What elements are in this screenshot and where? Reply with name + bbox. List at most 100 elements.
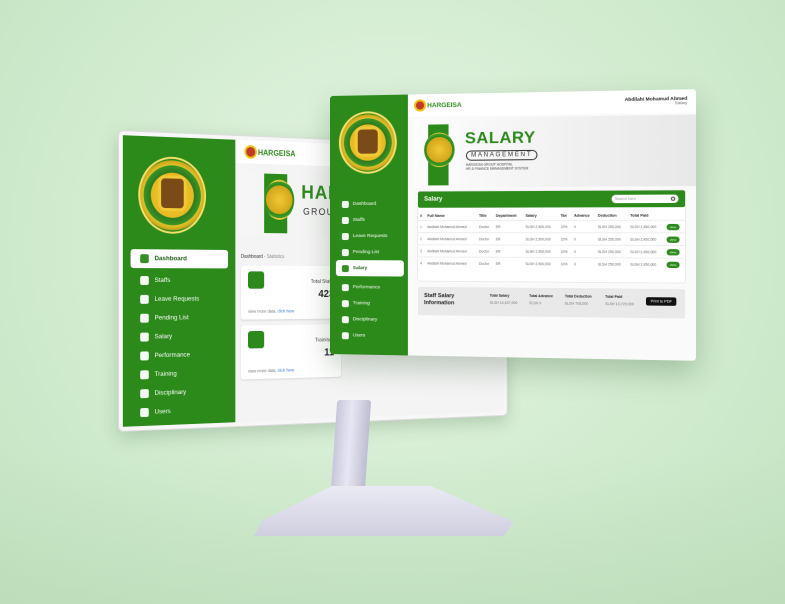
users-icon (140, 276, 149, 285)
search-input[interactable]: Search here (612, 195, 679, 204)
view-button[interactable]: view (666, 236, 679, 242)
top-bar: HARGEISA Abdilahi Mohamud Ahmed Salary (408, 89, 696, 117)
sidebar-item-performance[interactable]: Performance (131, 345, 228, 366)
table-cell: 0 (572, 220, 596, 232)
hargeisa-seal-logo (138, 156, 206, 234)
brand-logo[interactable]: HARGEISA (246, 147, 295, 158)
table-cell: 1 (418, 220, 425, 232)
view-cell: view (664, 258, 685, 271)
view-more-link[interactable]: click here (278, 309, 295, 314)
brand-mark-icon (416, 101, 424, 109)
column-header: Department (494, 212, 524, 221)
table-cell: 4 (418, 257, 425, 269)
brand-logo[interactable]: HARGEISA (416, 101, 462, 110)
column-header: Title (477, 212, 494, 221)
sidebar-item-label: Users (154, 408, 170, 416)
breadcrumb-current[interactable]: Dashboard (241, 254, 263, 260)
hero-title: SALARY (465, 129, 536, 148)
sidebar: Dashboard Staffs Leave Requests Pending … (330, 95, 408, 356)
sidebar-item-salary[interactable]: Salary (336, 260, 404, 277)
sidebar-item-label: Dashboard (154, 255, 186, 262)
column-header: Advance (572, 212, 596, 221)
sidebar-item-dashboard[interactable]: Dashboard (336, 196, 404, 212)
table-cell: SLSH 2,450,000 (628, 258, 664, 271)
table-cell: SLSH 2,450,000 (628, 233, 664, 246)
sidebar-item-staffs[interactable]: Staffs (336, 212, 404, 228)
table-cell: 3 (418, 245, 425, 257)
column-header: Tax (558, 212, 571, 221)
sidebar-item-label: Training (154, 371, 176, 378)
money-icon (140, 333, 149, 342)
sidebar-item-leave-requests[interactable]: Leave Requests (336, 228, 404, 244)
info-value: SLSH 708,000 (565, 302, 592, 306)
info-value: SLSH 14,437,000 (490, 301, 518, 305)
table-cell: SLSH 2,500,000 (523, 220, 558, 232)
table-cell: SLSH 2,450,000 (628, 220, 664, 233)
sidebar-item-label: Disciplinary (154, 389, 186, 397)
brand-name: HARGEISA (427, 101, 461, 109)
table-cell: 0 (572, 233, 596, 245)
sidebar-item-dashboard[interactable]: Dashboard (131, 249, 228, 268)
print-pdf-button[interactable]: Print to PDF (646, 297, 676, 306)
sidebar-item-performance[interactable]: Performance (336, 279, 404, 296)
salary-panel: Salary Search here # Full Name Title Depart… (418, 190, 685, 282)
qr-training-icon (248, 331, 264, 349)
gavel-icon (342, 316, 349, 323)
sidebar-item-label: Pending List (154, 314, 188, 321)
table-cell: Doctor (477, 233, 494, 245)
table-cell: Doctor (477, 220, 494, 232)
table-cell: ER (494, 257, 524, 269)
sidebar-item-users[interactable]: Users (131, 400, 228, 422)
view-more-link[interactable]: click here (278, 368, 295, 373)
sidebar-item-pending-list[interactable]: Pending List (336, 244, 404, 260)
home-icon (140, 254, 149, 263)
calendar-icon (342, 233, 349, 240)
sidebar-item-disciplinary[interactable]: Disciplinary (336, 311, 404, 328)
table-cell: Abdilahi Mohamud Ahmed (425, 233, 477, 245)
sidebar-item-label: Users (353, 333, 365, 338)
book-icon (342, 300, 349, 307)
sidebar: Dashboard Staffs Leave Requests Pending … (123, 135, 235, 427)
info-total-paid: Total Paid SLSH 13,729,000 (605, 295, 634, 307)
sidebar-item-leave-requests[interactable]: Leave Requests (131, 290, 228, 309)
book-icon (140, 370, 149, 379)
sidebar-item-salary[interactable]: Salary (131, 327, 228, 347)
info-label: Total Paid (605, 295, 634, 299)
sidebar-item-label: Dashboard (353, 201, 376, 206)
sidebar-item-training[interactable]: Training (336, 295, 404, 312)
info-label: Total Deduction (565, 294, 592, 298)
view-button[interactable]: view (666, 261, 679, 267)
table-cell: 10% (558, 245, 571, 257)
info-value: SLSH 0 (529, 301, 553, 305)
users-icon (342, 216, 349, 223)
sidebar-item-staffs[interactable]: Staffs (131, 271, 228, 290)
info-label: Total Salary (490, 294, 518, 298)
info-total-salary: Total Salary SLSH 14,437,000 (490, 294, 518, 306)
view-button[interactable]: view (666, 223, 679, 229)
view-button[interactable]: view (666, 249, 679, 255)
sidebar-item-label: Salary (154, 333, 172, 340)
search-icon (671, 197, 675, 201)
table-cell: Abdilahi Mohamud Ahmed (425, 257, 477, 269)
table-row: 2 Abdilahi Mohamud Ahmed Doctor ER SLSH 2,50… (418, 233, 685, 246)
table-cell: Doctor (477, 245, 494, 257)
column-header: Salary (523, 212, 558, 221)
table-cell: 10% (558, 258, 571, 270)
column-header: Deduction (596, 211, 628, 220)
info-total-advance: Total Advance SLSH 0 (529, 294, 553, 306)
gavel-icon (140, 389, 149, 398)
breadcrumb-sub: Statistics (267, 254, 285, 260)
table-cell: 10% (558, 233, 571, 245)
sidebar-item-pending-list[interactable]: Pending List (131, 308, 228, 328)
table-cell: 0 (572, 245, 596, 258)
column-header: # (418, 212, 425, 221)
sidebar-item-label: Performance (353, 285, 380, 290)
sidebar-item-label: Leave Requests (154, 296, 199, 303)
table-body: 1 Abdilahi Mohamud Ahmed Doctor ER SLSH 2,50… (418, 220, 685, 270)
sidebar-item-users[interactable]: Users (336, 327, 404, 344)
hargeisa-seal-logo (339, 111, 397, 174)
user-menu[interactable]: Abdilahi Mohamud Ahmed Salary (625, 96, 688, 108)
user-role: Salary (625, 101, 688, 107)
table-cell: 10% (558, 220, 571, 232)
sidebar-item-label: Pending List (353, 250, 379, 255)
